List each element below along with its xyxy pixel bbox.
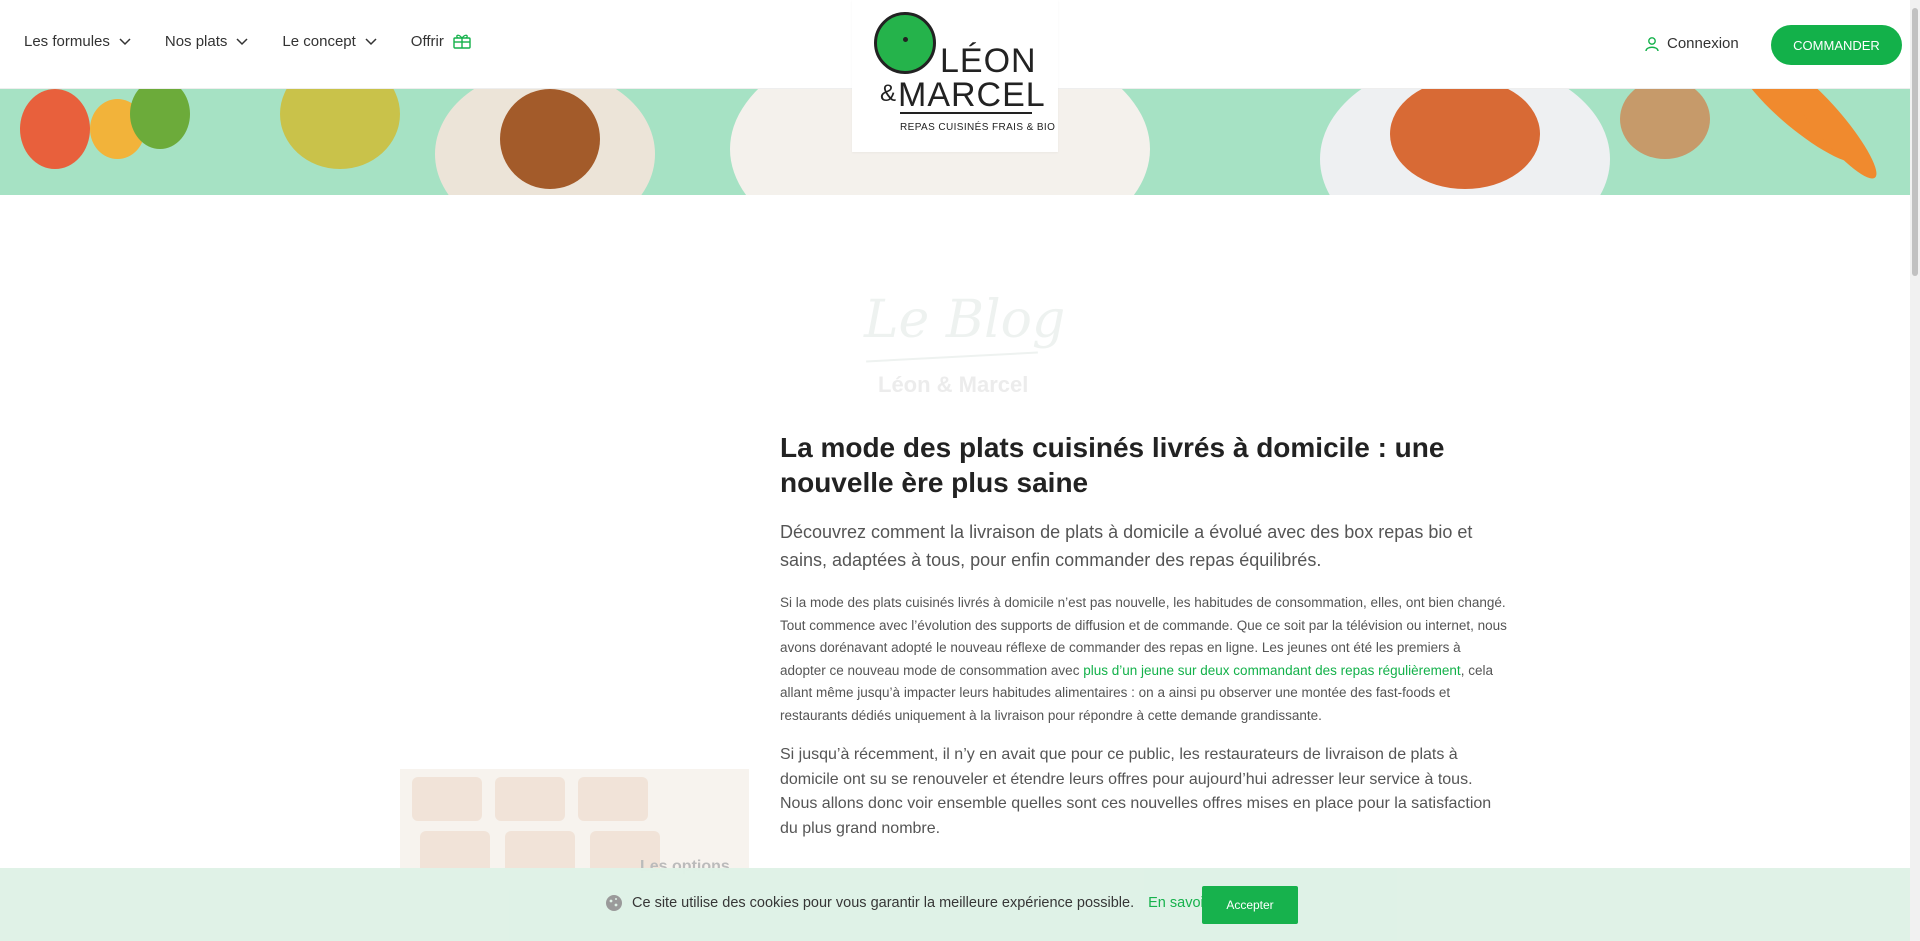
article-paragraph-2: Si jusqu’à récemment, il n’y en avait qu… [780, 746, 1492, 837]
article-body: La mode des plats cuisinés livrés à domi… [780, 430, 1510, 841]
commander-button[interactable]: COMMANDER [1771, 25, 1902, 65]
article-paragraph-1: Si la mode des plats cuisinés livrés à d… [780, 595, 1507, 723]
nav-item-le-concept[interactable]: Le concept [282, 32, 377, 50]
blog-subtitle: Léon & Marcel [878, 372, 1029, 397]
main-nav: Les formules Nos plats Le concept Offrir [24, 32, 472, 50]
nav-label: Les formules [24, 32, 110, 50]
logo-divider [900, 112, 1032, 114]
cookie-accept-button[interactable]: Accepter [1202, 886, 1298, 924]
user-icon [1645, 36, 1659, 51]
cookie-message: Ce site utilise des cookies pour vous ga… [604, 893, 1221, 913]
chevron-down-icon [119, 38, 131, 46]
logo-green-circle-icon [874, 12, 936, 74]
chevron-down-icon [365, 38, 377, 46]
nav-label: Nos plats [164, 32, 228, 50]
cookie-banner: Ce site utilise des cookies pour vous ga… [0, 868, 1910, 941]
cookie-text: Ce site utilise des cookies pour vous ga… [632, 895, 1135, 911]
login-link[interactable]: Connexion [1645, 35, 1739, 52]
article-lead: Découvrez comment la livraison de plats … [780, 522, 1473, 570]
gift-icon [453, 34, 471, 49]
brand-logo[interactable]: LÉON & MARCEL REPAS CUISINÉS FRAIS & BIO [852, 0, 1058, 152]
nav-item-les-formules[interactable]: Les formules [24, 32, 132, 50]
login-label: Connexion [1667, 35, 1739, 52]
article-link-statistic[interactable]: plus d’un jeune sur deux commandant des … [1083, 663, 1460, 678]
page-scrollbar[interactable] [1910, 0, 1920, 941]
nav-label: Offrir [410, 32, 444, 50]
blog-script-title: Le Blog [864, 290, 1066, 350]
nav-label: Le concept [282, 32, 356, 50]
cookie-icon [606, 895, 622, 911]
chevron-down-icon [236, 38, 248, 46]
blog-underline [866, 351, 1038, 363]
logo-tagline: REPAS CUISINÉS FRAIS & BIO [900, 122, 1056, 133]
nav-item-nos-plats[interactable]: Nos plats [165, 32, 250, 50]
logo-ampersand: & [880, 80, 897, 107]
nav-item-offrir[interactable]: Offrir [411, 32, 472, 50]
logo-marcel: MARCEL [898, 76, 1046, 114]
article-title: La mode des plats cuisinés livrés à domi… [780, 432, 1445, 498]
